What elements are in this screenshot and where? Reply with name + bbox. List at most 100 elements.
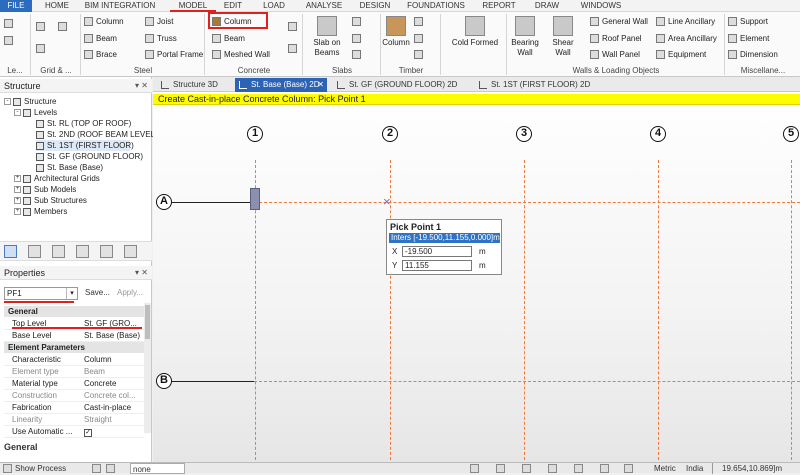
tree-item-structure[interactable]: - Structure [4, 96, 56, 107]
tree-item-sub-models[interactable]: + Sub Models [14, 184, 76, 195]
bearing-wall-button[interactable]: Bearing Wall [508, 16, 542, 58]
use-automatic-checkbox[interactable]: ✓ [84, 429, 92, 437]
slab-icon-3[interactable] [352, 32, 364, 46]
timber-icon-3[interactable] [414, 32, 426, 46]
section-combo[interactable]: PF1 ▾ [4, 287, 78, 300]
support-button[interactable]: Support [728, 15, 768, 29]
grid-bubble-b[interactable]: B [156, 373, 172, 389]
show-process-button[interactable]: Show Process [15, 463, 66, 474]
grid-line-icon[interactable] [36, 20, 48, 34]
line-ancillary-button[interactable]: Line Ancillary [656, 15, 715, 29]
slab-on-beams-button[interactable]: Slab on Beams [306, 16, 348, 58]
grid-line-3[interactable] [524, 160, 525, 460]
tree-item-level-base[interactable]: St. Base (Base) [36, 162, 103, 173]
y-input[interactable]: 11.155 [402, 260, 472, 271]
structure-view-icon[interactable] [4, 245, 17, 258]
dimension-button[interactable]: Dimension [728, 48, 778, 62]
tree-item-architectural-grids[interactable]: + Architectural Grids [14, 173, 100, 184]
drawing-canvas[interactable]: Create Cast-in-place Concrete Column: Pi… [153, 92, 800, 462]
grid-bubble-2[interactable]: 2 [382, 126, 398, 142]
concrete-extra-icon-2[interactable] [288, 42, 300, 56]
settings-icon[interactable] [124, 245, 137, 258]
steel-joist-button[interactable]: Joist [145, 15, 173, 29]
level-icon-1[interactable] [4, 17, 16, 31]
grid-arc-icon[interactable] [36, 42, 48, 56]
grid-line-4[interactable] [658, 160, 659, 460]
menu-foundations[interactable]: FOUNDATIONS [406, 0, 466, 12]
roof-panel-button[interactable]: Roof Panel [590, 32, 642, 46]
tab-1st-2d[interactable]: St. 1ST (FIRST FLOOR) 2D [475, 78, 593, 92]
tree-item-level-gf[interactable]: St. GF (GROUND FLOOR) [36, 151, 143, 162]
concrete-extra-icon-1[interactable] [288, 20, 300, 34]
grid-line-5[interactable] [791, 160, 792, 460]
grid-bubble-4[interactable]: 4 [650, 126, 666, 142]
timber-icon-4[interactable] [414, 48, 426, 62]
concrete-column-preview[interactable] [250, 188, 260, 210]
slab-icon-4[interactable] [352, 48, 364, 62]
wall-panel-button[interactable]: Wall Panel [590, 48, 640, 62]
steel-beam-button[interactable]: Beam [84, 32, 117, 46]
grid-bubble-3[interactable]: 3 [516, 126, 532, 142]
prop-element-type[interactable]: Element type Beam [4, 366, 144, 378]
menu-bim-integration[interactable]: BIM INTEGRATION [82, 0, 158, 12]
menu-analyse[interactable]: ANALYSE [304, 0, 344, 12]
menu-report[interactable]: REPORT [482, 0, 516, 12]
process-icon[interactable] [3, 464, 12, 473]
status-icon-2[interactable] [106, 464, 115, 473]
timber-icon-2[interactable] [414, 15, 426, 29]
cold-formed-button[interactable]: Cold Formed [448, 16, 502, 48]
steel-portal-frame-button[interactable]: Portal Frame [145, 48, 203, 62]
close-icon[interactable]: ✕ [317, 78, 324, 92]
menu-load[interactable]: LOAD [262, 0, 286, 12]
help-icon[interactable] [522, 464, 531, 473]
prop-base-level[interactable]: Base Level St. Base (Base) [4, 330, 144, 342]
tree-item-level-rl[interactable]: St. RL (TOP OF ROOF) [36, 118, 131, 129]
snap-icon[interactable] [624, 464, 633, 473]
apply-button[interactable]: Apply... [117, 287, 143, 299]
snap-icon[interactable] [574, 464, 583, 473]
concrete-meshed-wall-button[interactable]: Meshed Wall [212, 48, 270, 62]
steel-truss-button[interactable]: Truss [145, 32, 177, 46]
grid-bubble-5[interactable]: 5 [783, 126, 799, 142]
tree-item-level-2nd[interactable]: St. 2ND (ROOF BEAM LEVEL) [36, 129, 158, 140]
units-label[interactable]: Metric [654, 463, 676, 474]
tab-gf-2d[interactable]: St. GF (GROUND FLOOR) 2D [333, 78, 457, 92]
timber-column-button[interactable]: Column [382, 16, 410, 48]
grid-bubble-1[interactable]: 1 [247, 126, 263, 142]
chevron-down-icon[interactable]: ▾ [66, 288, 77, 299]
steel-column-button[interactable]: Column [84, 15, 124, 29]
save-button[interactable]: Save... [85, 287, 110, 299]
status-icon-1[interactable] [92, 464, 101, 473]
menu-edit[interactable]: EDIT [222, 0, 244, 12]
prop-construction[interactable]: Construction Concrete col... [4, 390, 144, 402]
prop-characteristic[interactable]: Characteristic Column [4, 354, 144, 366]
snap-icon[interactable] [600, 464, 609, 473]
menu-draw[interactable]: DRAW [534, 0, 560, 12]
section-element-parameters[interactable]: Element Parameters [4, 342, 144, 353]
tree-item-levels[interactable]: - Levels [14, 107, 57, 118]
scrollbar-thumb[interactable] [145, 305, 150, 339]
grid-line-b[interactable] [254, 381, 800, 382]
grid-bubble-a[interactable]: A [156, 194, 172, 210]
menu-design[interactable]: DESIGN [358, 0, 392, 12]
prop-material-type[interactable]: Material type Concrete [4, 378, 144, 390]
tab-base-2d[interactable]: St. Base (Base) 2D ✕ [235, 78, 327, 92]
slab-icon-2[interactable] [352, 15, 364, 29]
prop-use-automatic[interactable]: Use Automatic ... ✓ [4, 426, 144, 438]
tree-item-level-1st[interactable]: St. 1ST (FIRST FLOOR) [36, 140, 134, 151]
tree-item-members[interactable]: + Members [14, 206, 67, 217]
properties-scrollbar[interactable] [144, 303, 151, 433]
general-wall-button[interactable]: General Wall [590, 15, 648, 29]
tab-structure-3d[interactable]: Structure 3D [157, 78, 227, 92]
shear-wall-button[interactable]: Shear Wall [546, 16, 580, 58]
pick-point-inters[interactable]: Inters [-19.500,11.155,0.000]m [389, 233, 500, 243]
country-label[interactable]: India [686, 463, 703, 474]
grid-line-a[interactable] [254, 202, 800, 203]
level-icon-2[interactable] [4, 34, 16, 48]
element-button[interactable]: Element [728, 32, 769, 46]
prop-linearity[interactable]: Linearity Straight [4, 414, 144, 426]
snap-icon[interactable] [548, 464, 557, 473]
concrete-beam-button[interactable]: Beam [212, 32, 245, 46]
area-ancillary-button[interactable]: Area Ancillary [656, 32, 717, 46]
menu-home[interactable]: HOME [40, 0, 74, 12]
